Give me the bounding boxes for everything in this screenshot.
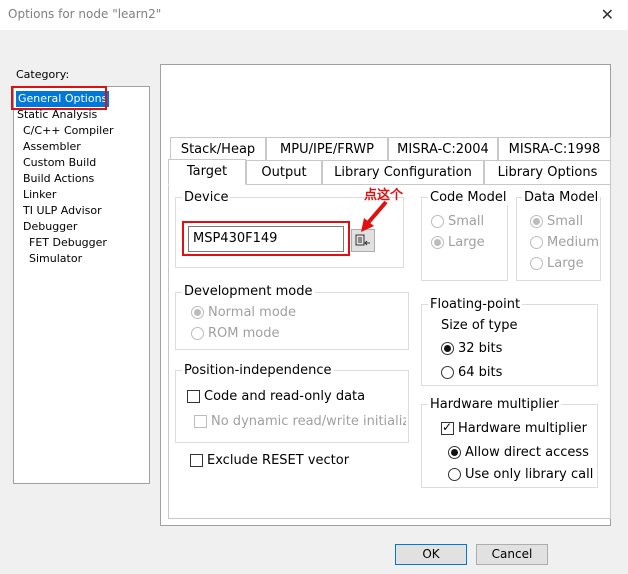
device-select-icon [355, 234, 370, 245]
data-model-medium-radio[interactable]: Medium [530, 235, 599, 250]
category-item-debugger[interactable]: Debugger [23, 219, 77, 235]
rom-mode-radio[interactable]: ROM mode [191, 326, 279, 341]
normal-mode-radio[interactable]: Normal mode [191, 305, 296, 320]
code-model-label: Code Model [428, 190, 509, 205]
tab-output[interactable]: Output [246, 160, 322, 185]
tab-misra-c-2004[interactable]: MISRA-C:2004 [388, 137, 498, 162]
position-independence-label: Position-independence [182, 363, 334, 378]
highlight-box-category [11, 86, 107, 110]
ok-button[interactable]: OK [395, 544, 467, 565]
dev-mode-label: Development mode [182, 284, 315, 299]
tab-library-configuration[interactable]: Library Configuration [322, 160, 484, 185]
no-dynamic-init-checkbox[interactable]: No dynamic read/write initializatio [194, 414, 406, 429]
category-item-simulator[interactable]: Simulator [29, 251, 82, 267]
window-title: Options for node "learn2" [8, 7, 162, 21]
category-item-assembler[interactable]: Assembler [23, 139, 81, 155]
code-model-large-radio[interactable]: Large [431, 235, 485, 250]
code-readonly-checkbox[interactable]: Code and read-only data [187, 389, 365, 404]
category-item-ti-ulp-advisor[interactable]: TI ULP Advisor [23, 203, 102, 219]
tab-library-options[interactable]: Library Options [484, 160, 611, 185]
tab-mpu-ipe-frwp[interactable]: MPU/IPE/FRWP [266, 137, 388, 162]
allow-direct-access-radio[interactable]: Allow direct access [448, 445, 589, 460]
floating-point-label: Floating-point [428, 297, 523, 312]
category-item-build-actions[interactable]: Build Actions [23, 171, 94, 187]
use-library-call-radio[interactable]: Use only library call [448, 467, 593, 482]
hw-multiplier-label: Hardware multiplier [428, 397, 561, 412]
category-list[interactable]: General Options Static Analysis C/C++ Co… [13, 86, 150, 484]
cancel-button[interactable]: Cancel [476, 544, 548, 565]
annotation-arrow-icon [361, 200, 388, 232]
data-model-small-radio[interactable]: Small [530, 214, 583, 229]
title-bar: Options for node "learn2" ✕ [0, 0, 628, 30]
category-item-fet-debugger[interactable]: FET Debugger [29, 235, 107, 251]
dev-mode-group [175, 292, 409, 350]
close-icon[interactable]: ✕ [601, 5, 614, 24]
data-model-large-radio[interactable]: Large [530, 256, 584, 271]
position-independence-group [175, 370, 409, 443]
category-label: Category: [16, 68, 70, 81]
category-item-c-compiler[interactable]: C/C++ Compiler [23, 123, 114, 139]
exclude-reset-checkbox[interactable]: Exclude RESET vector [190, 453, 349, 468]
device-label: Device [182, 190, 231, 205]
tab-misra-c-1998[interactable]: MISRA-C:1998 [498, 137, 611, 162]
float-32-bits-radio[interactable]: 32 bits [441, 341, 502, 356]
data-model-label: Data Model [522, 190, 601, 205]
size-of-type-label: Size of type [441, 318, 518, 333]
code-model-small-radio[interactable]: Small [431, 214, 484, 229]
float-64-bits-radio[interactable]: 64 bits [441, 365, 502, 380]
category-item-linker[interactable]: Linker [23, 187, 56, 203]
category-item-custom-build[interactable]: Custom Build [23, 155, 96, 171]
highlight-box-device [182, 221, 350, 256]
tab-target[interactable]: Target [168, 159, 246, 185]
hw-multiplier-checkbox[interactable]: Hardware multiplier [441, 420, 587, 436]
